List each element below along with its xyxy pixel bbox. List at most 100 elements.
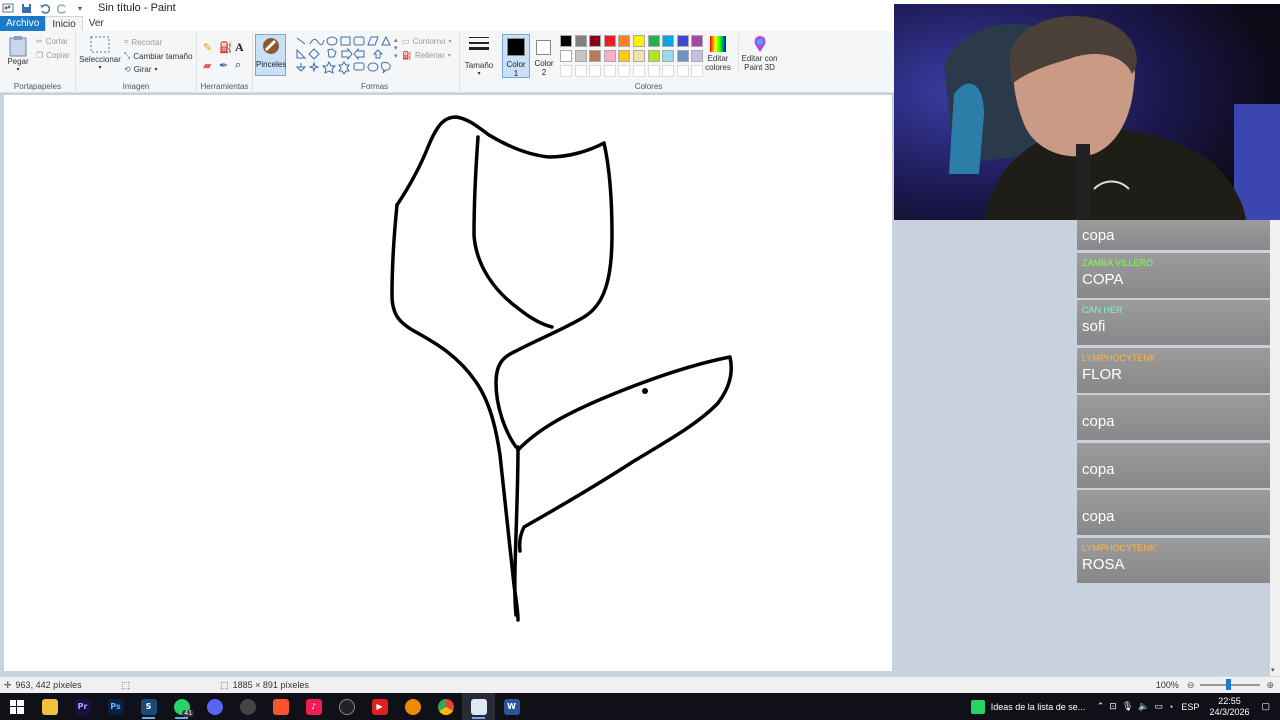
vertical-scrollbar[interactable]: ▾ xyxy=(1270,220,1280,676)
fill-button[interactable]: ⛽ Rellenar ▾ xyxy=(402,51,451,60)
color-swatch-empty[interactable] xyxy=(633,65,645,77)
shapes-scroll-icon[interactable]: ▴ ▾ ▾ xyxy=(394,36,398,60)
tab-file[interactable]: Archivo xyxy=(0,16,46,31)
edit-colors-button[interactable]: Editar colores xyxy=(703,34,733,72)
taskbar-paint[interactable] xyxy=(462,693,495,720)
zoom-slider-thumb[interactable] xyxy=(1226,679,1232,690)
tiktok-icon: ♪ xyxy=(305,698,322,715)
color-swatch[interactable] xyxy=(560,35,572,47)
redo-icon[interactable] xyxy=(56,2,68,14)
tray-chevron-icon[interactable]: ⌃ xyxy=(1097,701,1105,712)
drawing-canvas[interactable] xyxy=(4,95,892,671)
color-swatch-empty[interactable] xyxy=(647,65,660,77)
color-picker-icon[interactable]: ✒ xyxy=(219,59,228,72)
monitor-icon[interactable]: ▭ xyxy=(1154,701,1163,712)
youtube-studio-icon: ▶ xyxy=(371,698,388,715)
color-swatch[interactable] xyxy=(603,50,616,62)
taskbar-app-10[interactable] xyxy=(330,693,363,720)
color-swatch-empty[interactable] xyxy=(560,65,572,77)
zoom-out-icon[interactable]: ⊖ xyxy=(1187,680,1195,691)
resize-button[interactable]: ⤡ Cambiar tamaño xyxy=(124,51,193,61)
brushes-button[interactable]: Pinceles xyxy=(255,34,286,76)
color-swatch[interactable] xyxy=(589,35,602,47)
tab-view[interactable]: Ver xyxy=(83,16,110,31)
taskbar-youtube-studio[interactable]: ▶ xyxy=(363,693,396,720)
paste-button[interactable]: Pegar ▾ xyxy=(6,35,30,75)
color-swatch-empty[interactable] xyxy=(676,65,689,77)
color-swatch[interactable] xyxy=(662,35,675,47)
taskbar-word[interactable]: W xyxy=(495,693,528,720)
tab-home[interactable]: Inicio xyxy=(45,16,83,31)
color-swatch[interactable] xyxy=(618,35,631,47)
color-swatch[interactable] xyxy=(589,50,602,62)
paint3d-button[interactable]: Editar con Paint 3D xyxy=(738,34,780,72)
taskbar-discord[interactable] xyxy=(198,693,231,720)
color2-button[interactable]: Color 2 xyxy=(531,34,557,78)
cut-button[interactable]: ✂ Cortar xyxy=(36,37,68,46)
clock[interactable]: 22:55 24/3/2026 xyxy=(1209,696,1249,718)
quick-access-dropdown-icon[interactable]: ▾ xyxy=(74,2,86,14)
color-swatch[interactable] xyxy=(603,35,616,47)
shapes-gallery-icon[interactable] xyxy=(296,36,392,76)
crop-button[interactable]: ⌗ Recortar xyxy=(124,37,162,47)
color1-button[interactable]: Color 1 xyxy=(502,34,530,78)
color-swatch-empty[interactable] xyxy=(618,65,631,77)
zoom-slider[interactable] xyxy=(1200,679,1261,690)
volume-icon[interactable]: 🔈 xyxy=(1138,701,1149,712)
obs-icon xyxy=(239,698,256,715)
pencil-icon[interactable]: ✎ xyxy=(203,41,212,54)
notifications-icon[interactable]: ▢ xyxy=(1261,701,1270,712)
color-swatch-empty[interactable] xyxy=(574,65,587,77)
color-swatch[interactable] xyxy=(662,50,675,62)
color-swatch[interactable] xyxy=(647,50,660,62)
select-button[interactable]: Seleccionar ▾ xyxy=(79,35,121,73)
outline-button[interactable]: ▭ Contorno ▾ xyxy=(402,37,452,46)
eraser-icon[interactable]: ▰ xyxy=(203,59,211,72)
chat-message: copa xyxy=(1077,490,1271,535)
rotate-button[interactable]: ⟲ Girar ▾ xyxy=(124,65,158,74)
wifi-icon[interactable]: ◔ xyxy=(1168,702,1173,712)
color-swatch[interactable] xyxy=(676,35,689,47)
taskbar-fl-studio[interactable] xyxy=(396,693,429,720)
microphone-icon[interactable]: 🎙 xyxy=(1122,701,1133,712)
taskbar-obs[interactable] xyxy=(231,693,264,720)
color-swatch[interactable] xyxy=(633,35,645,47)
color-swatch[interactable] xyxy=(574,35,587,47)
image-group: Seleccionar ▾ ⌗ Recortar ⤡ Cambiar tamañ… xyxy=(76,31,197,93)
save-icon[interactable] xyxy=(20,2,32,14)
taskbar-brave[interactable] xyxy=(264,693,297,720)
language-indicator[interactable]: ESP xyxy=(1181,702,1199,712)
color-swatch[interactable] xyxy=(647,35,660,47)
color-swatch-empty[interactable] xyxy=(691,65,704,77)
fill-bucket-icon[interactable]: ⛽ xyxy=(219,41,233,54)
taskbar-photoshop[interactable]: Ps xyxy=(99,693,132,720)
magnifier-icon[interactable]: ⌕ xyxy=(235,59,241,72)
colors-group-label: Colores xyxy=(634,82,663,91)
taskbar-premiere[interactable]: Pr xyxy=(66,693,99,720)
taskbar-steam[interactable]: S xyxy=(132,693,165,720)
taskbar-chrome[interactable] xyxy=(429,693,462,720)
undo-icon[interactable] xyxy=(38,2,50,14)
copy-button[interactable]: ❐ Copiar xyxy=(36,51,70,60)
color-swatch[interactable] xyxy=(560,50,572,62)
start-button[interactable] xyxy=(0,693,33,720)
color-swatch[interactable] xyxy=(574,50,587,62)
taskbar-whatsapp[interactable]: 41 xyxy=(165,693,198,720)
zoom-in-icon[interactable]: ⊕ xyxy=(1266,680,1274,691)
text-tool-icon[interactable]: A xyxy=(235,40,244,55)
network-icon[interactable]: ⊡ xyxy=(1109,701,1117,712)
scroll-down-icon[interactable]: ▾ xyxy=(1271,666,1275,674)
paint3d-icon xyxy=(750,34,770,54)
color-swatch[interactable] xyxy=(633,50,645,62)
color-swatch[interactable] xyxy=(691,50,704,62)
tray-notification-text[interactable]: Ideas de la lista de se... xyxy=(991,702,1091,712)
size-button[interactable]: Tamaño ▾ xyxy=(463,35,495,79)
color-swatch[interactable] xyxy=(676,50,689,62)
color-swatch[interactable] xyxy=(691,35,704,47)
taskbar-tiktok[interactable]: ♪ xyxy=(297,693,330,720)
color-swatch-empty[interactable] xyxy=(662,65,675,77)
color-swatch[interactable] xyxy=(618,50,631,62)
color-swatch-empty[interactable] xyxy=(589,65,602,77)
color-swatch-empty[interactable] xyxy=(603,65,616,77)
taskbar-file-explorer[interactable] xyxy=(33,693,66,720)
